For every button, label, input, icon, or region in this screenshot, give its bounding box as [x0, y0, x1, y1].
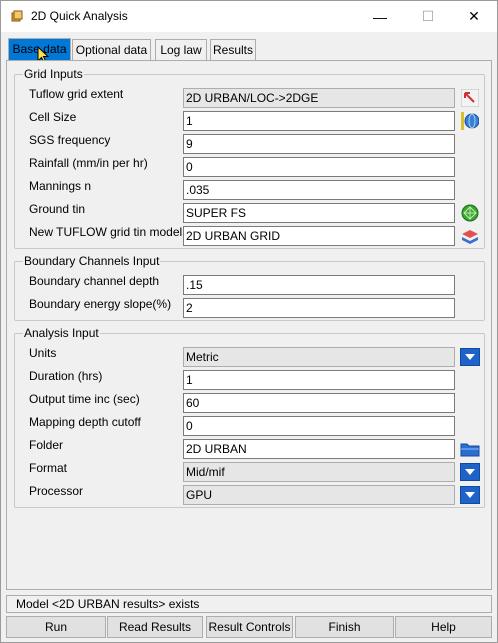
field-label: SGS frequency	[29, 133, 111, 147]
boundary-channels-group: Boundary Channels Input Boundary channel…	[14, 254, 485, 321]
analysis-input-group: Analysis Input Units Metric Duration (hr…	[14, 326, 485, 508]
window-title: 2D Quick Analysis	[31, 9, 128, 23]
base-data-panel: Grid Inputs Tuflow grid extent 2D URBAN/…	[6, 60, 492, 590]
read-results-button[interactable]: Read Results	[107, 616, 203, 638]
boundary-energy-slope-field[interactable]: 2	[183, 298, 455, 318]
field-label: Units	[29, 346, 57, 360]
app-icon	[11, 10, 23, 22]
model-icon[interactable]	[460, 226, 480, 246]
format-select[interactable]: Mid/mif	[183, 462, 455, 482]
globe-icon[interactable]	[460, 111, 480, 131]
ground-tin-field[interactable]: SUPER FS	[183, 203, 455, 223]
field-label: New TUFLOW grid tin model	[29, 225, 183, 239]
processor-select[interactable]: GPU	[183, 485, 455, 505]
field-label: Folder	[29, 438, 64, 452]
field-label: Rainfall (mm/in per hr)	[29, 156, 148, 170]
field-label: Boundary energy slope(%)	[29, 297, 172, 311]
field-label: Ground tin	[29, 202, 86, 216]
run-button[interactable]: Run	[6, 616, 106, 638]
format-dropdown-icon[interactable]	[460, 463, 480, 481]
sgs-frequency-field[interactable]: 9	[183, 134, 455, 154]
group-title: Boundary Channels Input	[23, 254, 161, 268]
field-label: Output time inc (sec)	[29, 392, 140, 406]
dialog-window: 2D Quick Analysis — ☐ ✕ Base data Option…	[0, 0, 498, 643]
title-bar[interactable]: 2D Quick Analysis — ☐ ✕	[1, 1, 497, 32]
mapping-depth-cutoff-field[interactable]: 0	[183, 416, 455, 436]
units-dropdown-icon[interactable]	[460, 348, 480, 366]
field-label: Tuflow grid extent	[29, 87, 124, 101]
output-time-inc-field[interactable]: 60	[183, 393, 455, 413]
new-tuflow-grid-tin-model-field[interactable]: 2D URBAN GRID	[183, 226, 455, 246]
group-title: Grid Inputs	[23, 67, 84, 81]
duration-field[interactable]: 1	[183, 370, 455, 390]
processor-dropdown-icon[interactable]	[460, 486, 480, 504]
minimize-button[interactable]: —	[357, 1, 403, 32]
field-label: Cell Size	[29, 110, 77, 124]
status-bar: Model <2D URBAN results> exists	[6, 595, 492, 613]
finish-button[interactable]: Finish	[295, 616, 394, 638]
field-label: Format	[29, 461, 68, 475]
folder-field[interactable]: 2D URBAN	[183, 439, 455, 459]
cell-size-field[interactable]: 1	[183, 111, 455, 131]
group-title: Analysis Input	[23, 326, 100, 340]
tab-optional-data[interactable]: Optional data	[72, 39, 151, 61]
grid-inputs-group: Grid Inputs Tuflow grid extent 2D URBAN/…	[14, 67, 485, 249]
tin-icon[interactable]	[460, 203, 480, 223]
tuflow-grid-extent-field[interactable]: 2D URBAN/LOC->2DGE	[183, 88, 455, 108]
rainfall-field[interactable]: 0	[183, 157, 455, 177]
field-label: Processor	[29, 484, 84, 498]
maximize-button[interactable]: ☐	[405, 1, 451, 32]
help-button[interactable]: Help	[395, 616, 492, 638]
mannings-n-field[interactable]: .035	[183, 180, 455, 200]
close-button[interactable]: ✕	[451, 1, 497, 32]
boundary-channel-depth-field[interactable]: .15	[183, 275, 455, 295]
units-select[interactable]: Metric	[183, 347, 455, 367]
tab-log-law[interactable]: Log law	[155, 39, 207, 61]
result-controls-button[interactable]: Result Controls	[206, 616, 293, 638]
field-label: Mapping depth cutoff	[29, 415, 141, 429]
field-label: Duration (hrs)	[29, 369, 103, 383]
pick-arrow-icon[interactable]	[460, 88, 480, 108]
folder-icon[interactable]	[460, 439, 480, 459]
field-label: Boundary channel depth	[29, 274, 160, 288]
tab-results[interactable]: Results	[210, 39, 256, 61]
field-label: Mannings n	[29, 179, 92, 193]
